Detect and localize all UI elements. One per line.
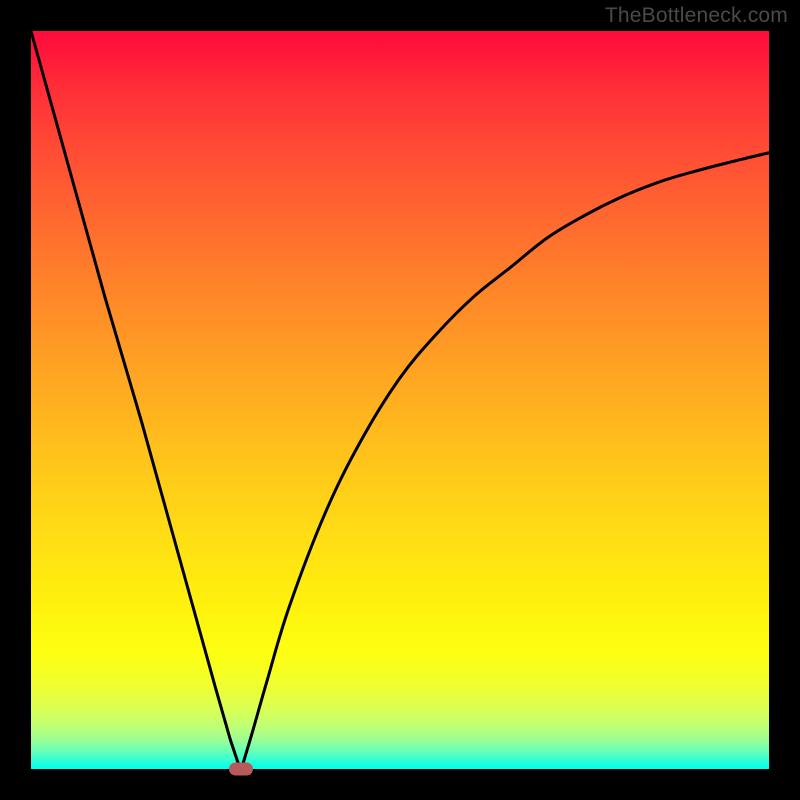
bottleneck-curve — [31, 31, 769, 769]
plot-area — [31, 31, 769, 769]
chart-frame: TheBottleneck.com — [0, 0, 800, 800]
minimum-marker — [229, 763, 253, 776]
watermark-text: TheBottleneck.com — [605, 4, 788, 28]
curve-left-branch — [31, 31, 241, 769]
curve-right-branch — [241, 153, 769, 769]
